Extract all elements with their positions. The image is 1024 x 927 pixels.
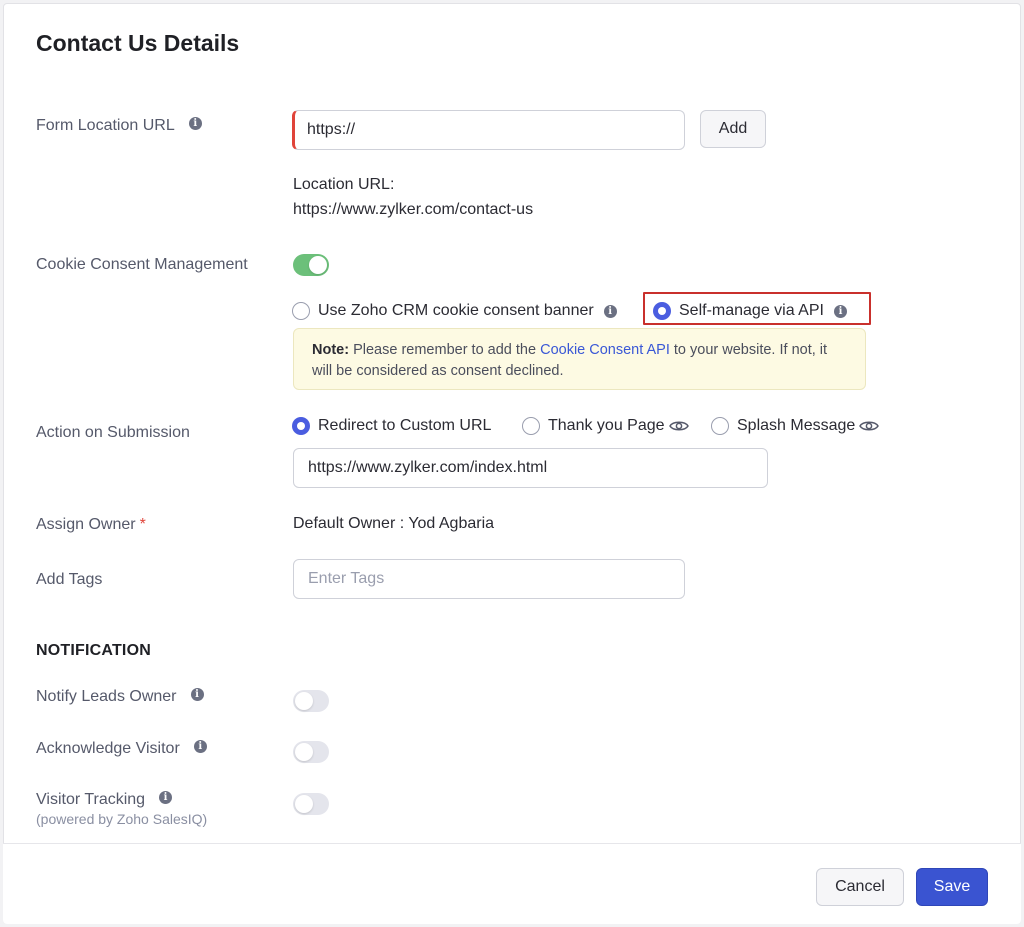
assign-owner-value[interactable]: Default Owner : Yod Agbaria [293,515,494,533]
action-option-splash-label: Splash Message [737,417,856,434]
page-title: Contact Us Details [36,30,240,56]
visitor-tracking-label-text: Visitor Tracking [36,791,146,808]
info-icon[interactable]: i [603,304,617,318]
visitor-tracking-label: Visitor Tracking i (powered by Zoho Sales… [36,791,207,827]
location-url-caption: Location URL: [293,176,395,193]
eye-icon[interactable] [668,419,689,433]
notify-leads-owner-label: Notify Leads Owner i [36,688,204,706]
radio-unchecked[interactable] [292,302,310,320]
action-on-submission-label: Action on Submission [36,424,190,441]
cookie-option-self-manage-label: Self-manage via API [679,302,824,319]
radio-checked[interactable] [653,302,671,320]
add-url-button[interactable]: Add [700,110,766,148]
add-tags-label: Add Tags [36,571,103,588]
action-option-redirect[interactable]: Redirect to Custom URL [292,417,491,435]
info-icon[interactable]: i [833,304,847,318]
form-location-label-text: Form Location URL [36,117,175,134]
assign-owner-label: Assign Owner * [36,516,146,534]
cookie-option-self-manage[interactable]: Self-manage via API i [653,302,847,320]
note-text-before: Please remember to add the [349,342,541,358]
acknowledge-visitor-label-text: Acknowledge Visitor [36,740,180,757]
radio-unchecked[interactable] [522,417,540,435]
cookie-consent-label: Cookie Consent Management [36,256,248,273]
notification-heading: NOTIFICATION [36,642,151,659]
visitor-tracking-toggle[interactable] [293,793,329,815]
form-location-url-input[interactable]: https:// [292,110,685,150]
visitor-tracking-sublabel: (powered by Zoho SalesIQ) [36,811,208,827]
save-button[interactable]: Save [916,868,988,906]
notify-leads-owner-toggle[interactable] [293,690,329,712]
radio-checked[interactable] [292,417,310,435]
info-icon[interactable]: i [193,740,207,754]
cookie-option-zoho-banner[interactable]: Use Zoho CRM cookie consent banner i [292,302,617,320]
notify-leads-owner-label-text: Notify Leads Owner [36,688,177,705]
info-icon[interactable]: i [188,117,202,131]
assign-owner-label-text: Assign Owner [36,516,136,533]
cookie-consent-note: Note: Please remember to add the Cookie … [293,328,866,390]
action-option-redirect-label: Redirect to Custom URL [318,417,492,434]
location-url-value: https://www.zylker.com/contact-us [293,201,534,218]
action-option-thank-you[interactable]: Thank you Page [522,417,689,435]
info-icon[interactable]: i [190,688,204,702]
cancel-button[interactable]: Cancel [816,868,904,906]
form-location-label: Form Location URL i [36,117,202,135]
cookie-consent-toggle[interactable] [293,254,329,276]
redirect-url-input[interactable]: https://www.zylker.com/index.html [293,448,768,488]
action-option-thank-you-label: Thank you Page [548,417,665,434]
acknowledge-visitor-toggle[interactable] [293,741,329,763]
action-option-splash[interactable]: Splash Message [711,417,880,435]
cookie-option-zoho-banner-label: Use Zoho CRM cookie consent banner [318,302,594,319]
tags-input[interactable]: Enter Tags [293,559,685,599]
eye-icon[interactable] [859,419,880,433]
required-asterisk: * [139,516,146,533]
info-icon[interactable]: i [159,791,173,805]
acknowledge-visitor-label: Acknowledge Visitor i [36,740,207,758]
note-prefix: Note: [312,342,350,358]
radio-unchecked[interactable] [711,417,729,435]
cookie-consent-api-link[interactable]: Cookie Consent API [540,342,670,358]
